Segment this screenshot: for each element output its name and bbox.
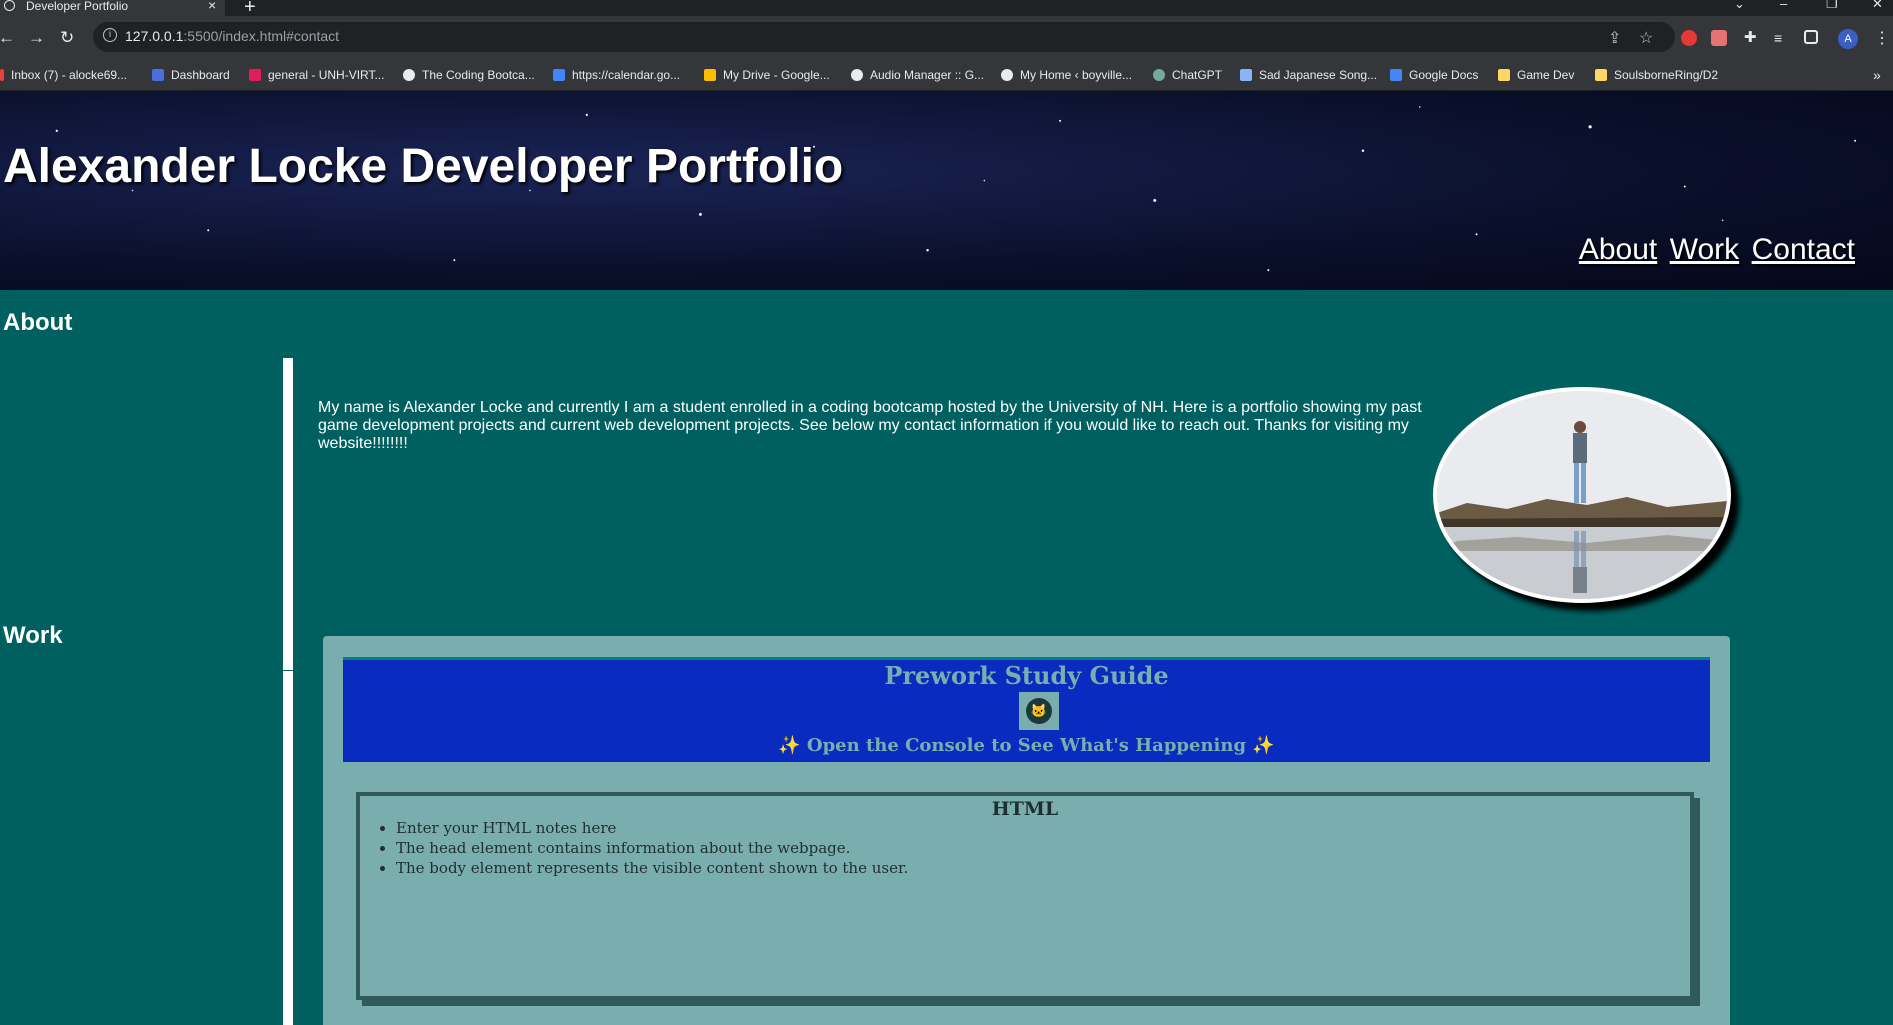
bookmark-item[interactable]: Sad Japanese Song... <box>1240 62 1377 88</box>
browser-toolbar: ← → ↻ i 127.0.0.1:5500/index.html#contac… <box>0 16 1893 62</box>
site-info-icon[interactable]: i <box>103 28 117 42</box>
browser-tab-bar: Developer Portfolio × + ⌄ – ❐ ✕ <box>0 0 1893 18</box>
github-icon <box>403 69 415 81</box>
project-banner: Prework Study Guide 🐱 ✨ Open the Console… <box>343 657 1710 762</box>
about-text: My name is Alexander Locke and currently… <box>318 399 1422 452</box>
list-item: The body element represents the visible … <box>396 858 908 878</box>
bookmark-icon <box>0 69 4 81</box>
project-subtitle: ✨ Open the Console to See What's Happeni… <box>778 735 1275 756</box>
more-bookmarks-icon[interactable]: » <box>1873 62 1881 88</box>
bookmark-item[interactable]: https://calendar.go... <box>553 62 680 88</box>
bookmark-item[interactable]: general - UNH-VIRT... <box>249 62 384 88</box>
side-panel-icon[interactable] <box>1804 30 1818 44</box>
url-text[interactable]: 127.0.0.1:5500/index.html#contact <box>125 28 339 44</box>
nav-work-link[interactable]: Work <box>1670 233 1739 266</box>
bookmark-item[interactable]: ChatGPT <box>1153 62 1222 88</box>
minimize-icon[interactable]: – <box>1780 0 1787 11</box>
extension-icon[interactable] <box>1711 30 1727 46</box>
bookmark-item[interactable]: Game Dev <box>1498 62 1574 88</box>
bookmark-star-icon[interactable]: ☆ <box>1639 28 1653 48</box>
html-notes-box: HTML Enter your HTML notes here The head… <box>356 792 1694 1000</box>
project-card[interactable]: Prework Study Guide 🐱 ✨ Open the Console… <box>323 636 1730 1025</box>
share-icon[interactable]: ⇪ <box>1608 28 1621 48</box>
chatgpt-icon <box>1153 69 1165 81</box>
top-nav: About Work Contact <box>1571 233 1855 267</box>
restore-icon[interactable]: ❐ <box>1826 0 1838 12</box>
notes-heading: HTML <box>991 798 1059 820</box>
bookmark-item[interactable]: SoulsborneRing/D2 <box>1595 62 1718 88</box>
bookmark-item[interactable]: My Home ‹ boyville... <box>1001 62 1132 88</box>
folder-icon <box>1498 69 1510 81</box>
bookmark-icon <box>249 69 261 81</box>
tab-title: Developer Portfolio <box>26 0 129 13</box>
project-title: Prework Study Guide <box>884 661 1169 690</box>
bookmark-item[interactable]: Inbox (7) - alocke69... <box>0 62 127 88</box>
close-tab-icon[interactable]: × <box>208 0 216 12</box>
profile-photo <box>1433 387 1731 603</box>
list-item: The head element contains information ab… <box>396 838 908 858</box>
bookmark-item[interactable]: My Drive - Google... <box>704 62 830 88</box>
menu-icon[interactable]: ⋮ <box>1874 28 1890 48</box>
reload-icon[interactable]: ↻ <box>60 28 74 48</box>
bookmarks-bar: Inbox (7) - alocke69... Dashboard genera… <box>0 62 1893 91</box>
bookmark-item[interactable]: Google Docs <box>1390 62 1478 88</box>
notes-list: Enter your HTML notes here The head elem… <box>360 818 908 878</box>
bookmark-icon <box>851 69 863 81</box>
drive-icon <box>704 69 716 81</box>
bookmark-item[interactable]: Dashboard <box>152 62 230 88</box>
calendar-icon <box>553 69 565 81</box>
globe-icon <box>4 0 15 11</box>
page-viewport: Alexander Locke Developer Portfolio Abou… <box>0 91 1893 1025</box>
address-bar[interactable]: i 127.0.0.1:5500/index.html#contact ⇪ ☆ <box>93 22 1675 52</box>
wordpress-icon <box>1001 69 1013 81</box>
extension-icon[interactable] <box>1681 30 1697 46</box>
avatar[interactable]: A <box>1838 29 1858 49</box>
bookmark-icon <box>1240 69 1252 81</box>
nav-about-link[interactable]: About <box>1579 233 1657 266</box>
back-icon[interactable]: ← <box>0 28 15 48</box>
tab-search-icon[interactable]: ⌄ <box>1734 0 1745 12</box>
profile-photo-image <box>1437 391 1727 599</box>
media-icon[interactable]: ≡ <box>1774 30 1790 46</box>
page-title: Alexander Locke Developer Portfolio <box>3 140 844 193</box>
hero-header: Alexander Locke Developer Portfolio Abou… <box>0 91 1893 290</box>
folder-icon <box>1595 69 1607 81</box>
forward-icon[interactable]: → <box>28 28 45 48</box>
browser-tab[interactable]: Developer Portfolio × <box>0 0 225 16</box>
work-divider <box>283 671 293 1025</box>
list-item: Enter your HTML notes here <box>396 818 908 838</box>
work-heading: Work <box>3 622 63 649</box>
about-divider <box>283 358 293 670</box>
docs-icon <box>1390 69 1402 81</box>
about-heading: About <box>3 309 73 336</box>
github-icon: 🐱 <box>1019 692 1059 730</box>
nav-contact-link[interactable]: Contact <box>1752 233 1855 266</box>
bookmark-item[interactable]: The Coding Bootca... <box>403 62 535 88</box>
window-close-icon[interactable]: ✕ <box>1872 0 1883 12</box>
puzzle-icon[interactable]: ✚ <box>1744 30 1760 46</box>
bookmark-icon <box>152 69 164 81</box>
bookmark-item[interactable]: Audio Manager :: G... <box>851 62 984 88</box>
